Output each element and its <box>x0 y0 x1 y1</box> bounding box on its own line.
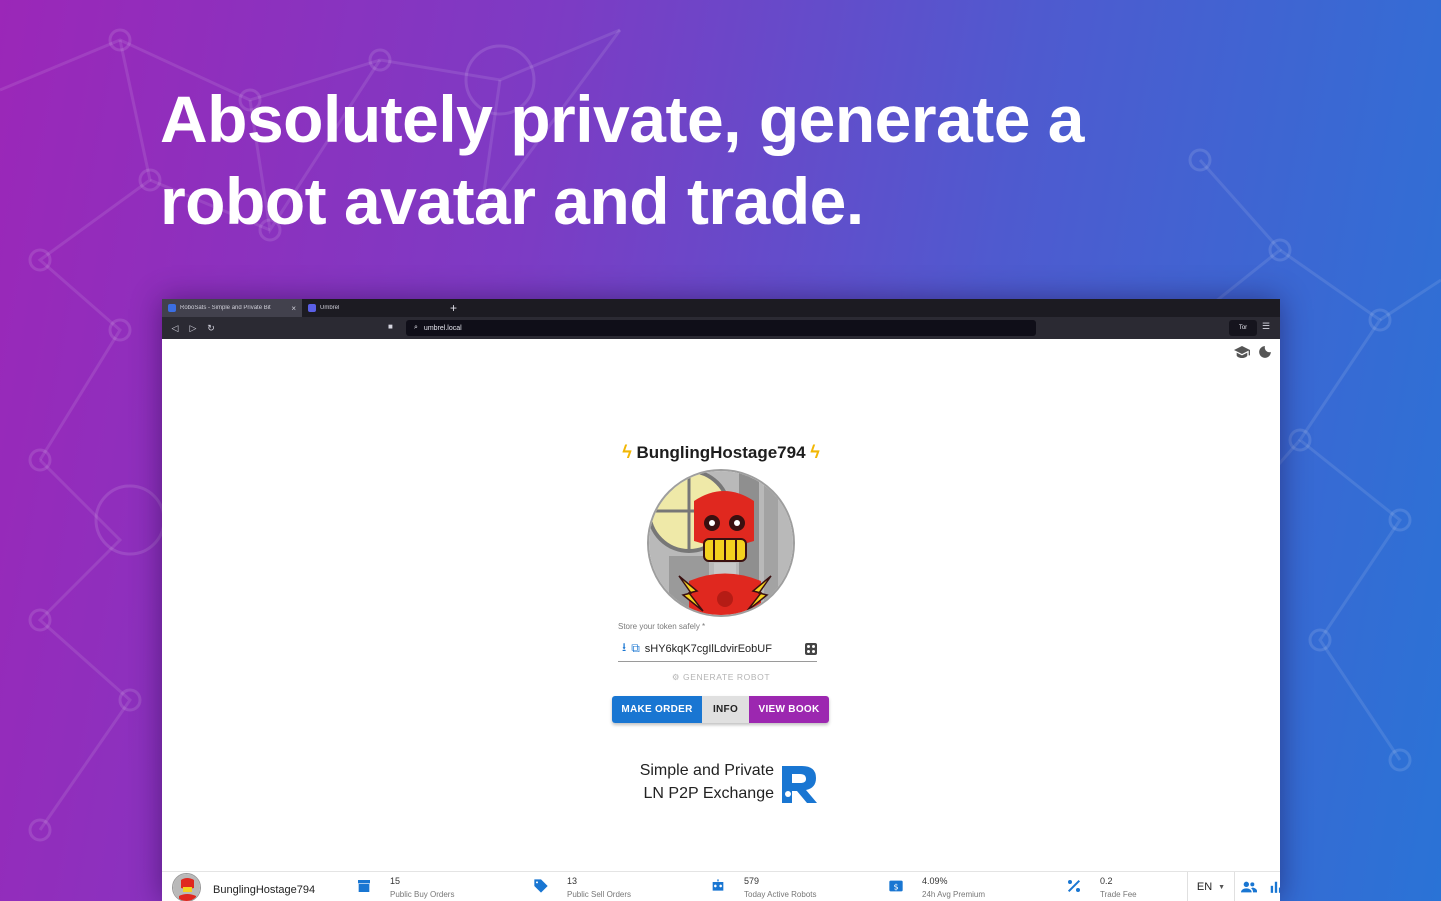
token-field[interactable]: ⭳ ⧉ sHY6kqK7cgIlLdvirEobUF <box>618 636 817 662</box>
stat-value: 579 <box>744 876 760 886</box>
sell-tag-icon <box>534 879 548 893</box>
bottom-status-bar: BunglingHostage794 15 Public Buy Orders … <box>162 871 1280 901</box>
search-icon: ⌕ <box>414 324 418 331</box>
forward-icon[interactable]: ▷ <box>184 323 202 334</box>
download-icon[interactable]: ⭳ <box>622 638 626 659</box>
tagline: Simple and Private LN P2P Exchange <box>612 759 774 805</box>
dice-icon[interactable] <box>805 642 817 655</box>
address-bar[interactable]: ⌕ umbrel.local <box>406 320 1036 336</box>
svg-text:$: $ <box>893 882 898 891</box>
make-order-button[interactable]: MAKE ORDER <box>612 696 702 723</box>
robot-avatar-small[interactable] <box>172 873 201 901</box>
stat-label: Today Active Robots <box>744 890 817 899</box>
tab-umbrel[interactable]: Umbrel <box>302 299 442 317</box>
back-icon[interactable]: ◁ <box>166 323 184 334</box>
stat-label: Public Sell Orders <box>567 890 632 899</box>
graduation-cap-icon[interactable] <box>1234 345 1250 359</box>
stats-chart-icon[interactable] <box>1269 880 1280 894</box>
stat-value: 4.09% <box>922 876 948 886</box>
headline-line-2: robot avatar and trade. <box>160 164 864 238</box>
umbrel-favicon-icon <box>308 304 316 312</box>
robot-nickname-heading: ϟ BunglingHostage794 ϟ <box>162 442 1280 463</box>
chevron-down-icon: ▼ <box>1218 883 1226 891</box>
new-tab-button[interactable]: + <box>450 301 457 315</box>
top-right-icons <box>1234 345 1272 359</box>
stat-value: 15 <box>390 876 401 886</box>
tab-robosats[interactable]: RoboSats - Simple and Private Bit × <box>162 299 302 317</box>
browser-toolbar: ◁ ▷ ↻ ■ ⌕ umbrel.local Tor ☰ <box>162 317 1280 339</box>
reload-icon[interactable]: ↻ <box>202 323 220 334</box>
robosats-logo-icon <box>782 766 817 803</box>
dark-mode-icon[interactable] <box>1258 345 1272 359</box>
stat-value: 0.2 <box>1100 876 1113 886</box>
bolt-icon: ϟ <box>622 442 632 462</box>
bottom-right-icons <box>1241 880 1280 894</box>
tagline-line-1: Simple and Private <box>639 762 774 779</box>
tor-button[interactable]: Tor <box>1229 320 1257 336</box>
browser-menu-icon[interactable]: ☰ <box>1262 321 1270 332</box>
tab-title: Umbrel <box>320 305 340 311</box>
url-text: umbrel.local <box>423 324 462 332</box>
token-value[interactable]: sHY6kqK7cgIlLdvirEobUF <box>645 643 800 655</box>
robot-icon: ⚙ <box>671 672 681 682</box>
info-button[interactable]: INFO <box>702 696 749 723</box>
stat-label: 24h Avg Premium <box>922 890 985 899</box>
hero-headline: Absolutely private, generate a robot ava… <box>160 78 1100 242</box>
bottom-nickname[interactable]: BunglingHostage794 <box>213 884 315 896</box>
token-label: Store your token safely * <box>618 622 706 631</box>
stat-value: 13 <box>567 876 578 886</box>
stat-label: Public Buy Orders <box>390 890 455 899</box>
copy-icon[interactable]: ⧉ <box>631 641 640 656</box>
robot-icon <box>712 879 724 891</box>
language-select[interactable]: EN ▼ <box>1187 872 1235 901</box>
headline-line-1: Absolutely private, generate a <box>160 82 1085 156</box>
robosats-favicon-icon <box>168 304 176 312</box>
community-icon[interactable] <box>1241 880 1257 894</box>
stat-label: Trade Fee <box>1100 890 1137 899</box>
bolt-icon: ϟ <box>810 442 820 462</box>
robot-avatar <box>647 469 795 617</box>
inventory-icon <box>358 880 370 892</box>
generate-robot-button[interactable]: ⚙ GENERATE ROBOT <box>162 672 1280 683</box>
language-value: EN <box>1196 881 1213 893</box>
robot-nickname: BunglingHostage794 <box>636 443 806 462</box>
tab-title: RoboSats - Simple and Private Bit <box>180 305 271 311</box>
tagline-line-2: LN P2P Exchange <box>643 785 774 802</box>
robosats-page: ϟ BunglingHostage794 ϟ Store your token … <box>162 339 1280 901</box>
browser-window: RoboSats - Simple and Private Bit × Umbr… <box>162 299 1280 901</box>
percent-icon <box>1067 879 1081 893</box>
main-action-buttons: MAKE ORDER INFO VIEW BOOK <box>612 696 829 723</box>
tab-close-icon[interactable]: × <box>291 304 296 313</box>
view-book-button[interactable]: VIEW BOOK <box>749 696 829 723</box>
price-change-icon: $ <box>889 880 903 892</box>
browser-tab-bar: RoboSats - Simple and Private Bit × Umbr… <box>162 299 1280 317</box>
generate-robot-label: GENERATE ROBOT <box>683 672 771 682</box>
bookmark-icon[interactable]: ■ <box>388 322 393 331</box>
